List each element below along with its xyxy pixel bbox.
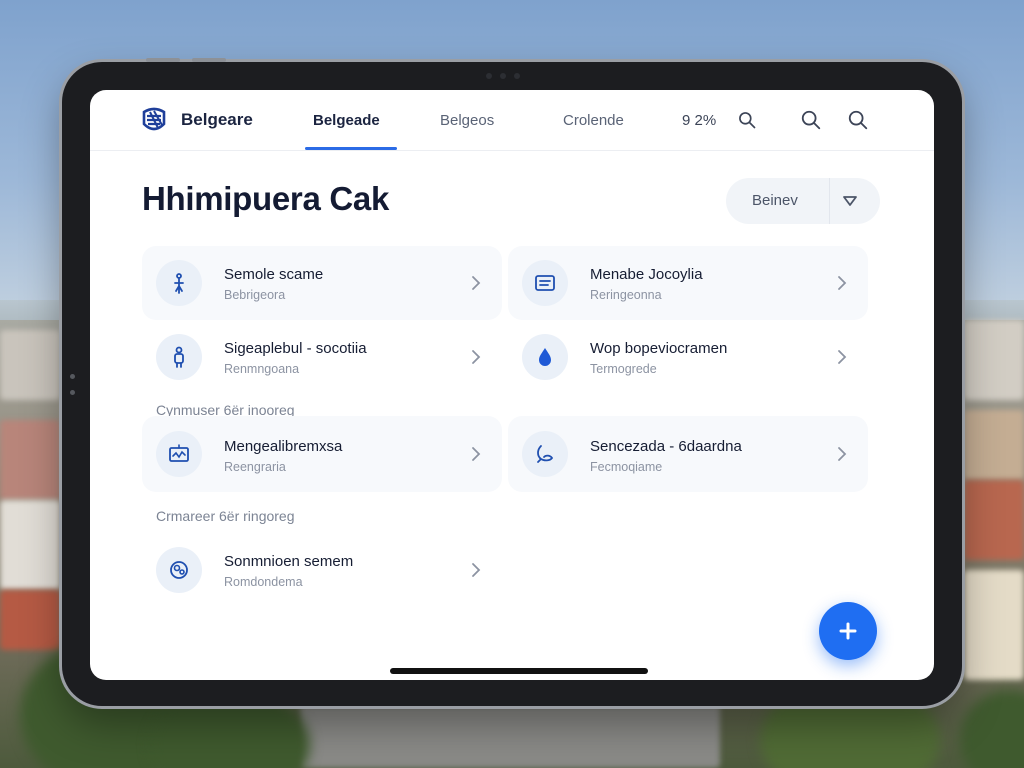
item-subtitle: Fecmoqiame (590, 460, 663, 474)
page-title: Hhimipuera Cak (142, 180, 390, 217)
tab-crolende[interactable]: Crolende (563, 112, 624, 129)
tab-belgeade[interactable]: Belgeade (313, 112, 380, 129)
cluster-icon (170, 561, 188, 579)
search-icon[interactable] (800, 109, 822, 131)
item-icon-circle (156, 547, 202, 593)
item-subtitle: Reengraria (224, 460, 286, 474)
item-subtitle: Romdondema (224, 575, 303, 589)
item-subtitle: Reringeonna (590, 288, 662, 302)
list-item[interactable]: Menabe Jocoylia Reringeonna (508, 246, 868, 320)
item-title: Sigeaplebul - socotiia (224, 340, 367, 357)
item-icon-circle (156, 260, 202, 306)
chevron-down-icon[interactable] (840, 191, 860, 211)
list-item[interactable]: Sigeaplebul - socotiia Renmngoana (142, 320, 502, 394)
list-item[interactable]: Sencezada - 6daardna Fecmoqiame (508, 416, 868, 492)
filter-select[interactable]: Beinev (726, 178, 880, 224)
active-tab-indicator (305, 147, 397, 150)
item-title: Mengealibremxsa (224, 438, 343, 455)
battery-status: 9 2% (682, 112, 717, 129)
item-title: Sencezada - 6daardna (590, 438, 742, 455)
chevron-right-icon (472, 447, 481, 461)
plus-icon (839, 622, 857, 640)
chart-board-icon (169, 444, 189, 462)
chevron-right-icon (472, 276, 481, 290)
section-label: Crmareer 6ër ringoreg (156, 508, 295, 524)
item-title: Sonmnioen semem (224, 553, 354, 570)
item-subtitle: Bebrigeora (224, 288, 286, 302)
tablet-device: Belgeare Belgeade Belgeos Crolende 9 2% … (62, 58, 962, 706)
list-item[interactable]: Mengealibremxsa Reengraria (142, 416, 502, 492)
home-indicator[interactable] (390, 668, 648, 674)
item-icon-circle (156, 431, 202, 477)
item-icon-circle (522, 334, 568, 380)
chevron-right-icon (838, 350, 847, 364)
filter-select-value: Beinev (752, 192, 798, 209)
item-subtitle: Renmngoana (224, 362, 300, 376)
search-icon[interactable] (737, 110, 757, 130)
person-icon (174, 346, 184, 368)
drop-icon (539, 348, 551, 366)
search-icon[interactable] (847, 109, 869, 131)
item-title: Menabe Jocoylia (590, 266, 703, 283)
chevron-right-icon (472, 350, 481, 364)
tool-icon (174, 273, 184, 294)
select-divider (829, 178, 830, 224)
list-item[interactable]: Wop bopeviocramen Termogrede (508, 320, 868, 394)
item-subtitle: Termogrede (590, 362, 657, 376)
leaf-icon (537, 445, 554, 463)
logo-icon (142, 107, 166, 131)
chevron-right-icon (838, 276, 847, 290)
item-icon-circle (522, 260, 568, 306)
app-header: Belgeare Belgeade Belgeos Crolende 9 2% (90, 90, 934, 151)
item-title: Semole scame (224, 266, 324, 283)
list-item[interactable]: Sonmnioen semem Romdondema (142, 533, 502, 607)
tab-belgeos[interactable]: Belgeos (440, 112, 494, 129)
app-screen: Belgeare Belgeade Belgeos Crolende 9 2% … (90, 90, 934, 680)
item-title: Wop bopeviocramen (590, 340, 728, 357)
item-icon-circle (156, 334, 202, 380)
chevron-right-icon (472, 563, 481, 577)
add-button[interactable] (819, 602, 877, 660)
item-icon-circle (522, 431, 568, 477)
document-icon (535, 275, 555, 291)
camera (486, 72, 538, 80)
list-item[interactable]: Semole scame Bebrigeora (142, 246, 502, 320)
brand-name: Belgeare (181, 110, 253, 129)
chevron-right-icon (838, 447, 847, 461)
